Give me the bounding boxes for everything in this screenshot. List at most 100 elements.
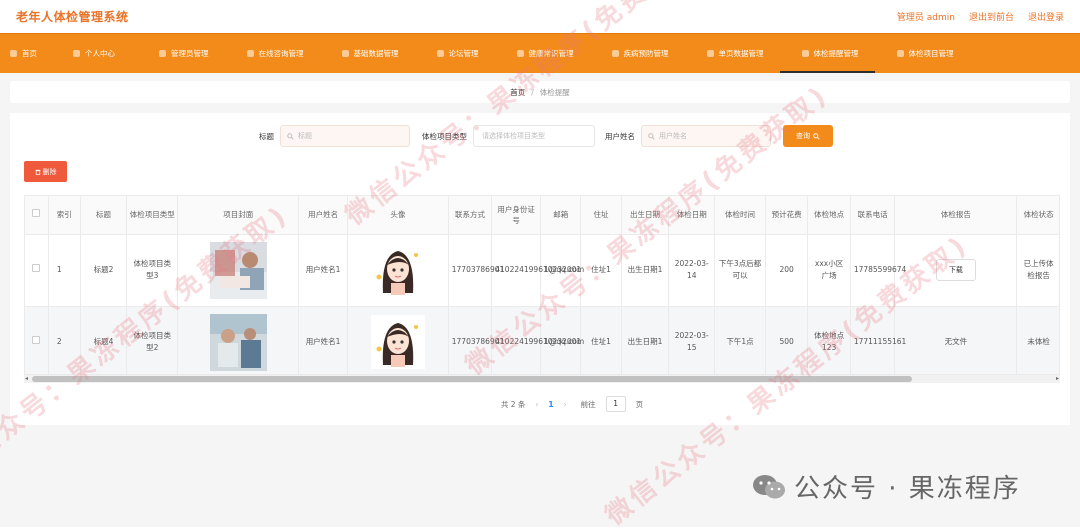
nav-label: 论坛管理 bbox=[448, 49, 479, 58]
nav-label: 体检提醒管理 bbox=[813, 49, 859, 58]
user-icon bbox=[73, 50, 80, 57]
user-avatar-image bbox=[370, 243, 425, 297]
breadcrumb-home[interactable]: 首页 bbox=[510, 87, 525, 98]
cell-tel: 17785599674 bbox=[850, 234, 906, 307]
horizontal-scrollbar[interactable]: ◂ ▸ bbox=[24, 375, 1060, 383]
scroll-right-icon[interactable]: ▸ bbox=[1056, 375, 1059, 383]
nav-item-disease-prevention[interactable]: 疾病预防管理 bbox=[590, 34, 685, 73]
cell-report: 下载 bbox=[894, 234, 1018, 307]
nav-item-home[interactable]: 首页 bbox=[2, 34, 53, 73]
type-select[interactable]: 请选择体检项目类型 bbox=[473, 125, 595, 147]
column-header: 体检报告 bbox=[894, 196, 1018, 235]
prev-page-icon[interactable]: ‹ bbox=[535, 400, 538, 409]
pagination: 共 2 条 ‹ 1 › 前往 1 页 bbox=[74, 396, 1070, 412]
data-table: 索引 标题 体检项目类型 项目封面 用户姓名 头像 联系方式 用户身份证号 邮箱… bbox=[24, 195, 1060, 375]
table-row[interactable]: 2 标题4 体检项目类型2 用户姓名1 17703786901 41022419… bbox=[25, 306, 1059, 374]
column-header: 头像 bbox=[347, 196, 449, 235]
cell-user: 用户姓名1 bbox=[298, 234, 348, 307]
delete-button[interactable]: 删除 bbox=[24, 161, 67, 182]
nav-item-profile[interactable]: 个人中心 bbox=[53, 34, 131, 73]
nav-item-health-tips[interactable]: 健康常识管理 bbox=[495, 34, 590, 73]
type-select-placeholder: 请选择体检项目类型 bbox=[482, 132, 545, 140]
home-icon bbox=[10, 50, 17, 57]
delete-button-label: 删除 bbox=[42, 167, 57, 176]
page-icon bbox=[706, 50, 714, 57]
exit-to-frontend-link[interactable]: 退出到前台 bbox=[969, 10, 1014, 23]
column-header: 用户姓名 bbox=[298, 196, 348, 235]
cell-place: 体检地点123 bbox=[807, 306, 851, 374]
column-header: 体检日期 bbox=[668, 196, 716, 235]
title-input[interactable]: 标题 bbox=[280, 125, 410, 147]
chat-icon bbox=[246, 50, 254, 57]
next-page-icon[interactable]: › bbox=[564, 400, 567, 409]
column-header: 体检状态 bbox=[1016, 196, 1059, 235]
nav-label: 体检项目管理 bbox=[908, 49, 954, 58]
nav-item-basic-data[interactable]: 基础数据管理 bbox=[320, 34, 415, 73]
cell-avatar bbox=[347, 306, 449, 374]
cell-date: 2022-03-15 bbox=[668, 306, 716, 374]
column-header: 项目封面 bbox=[177, 196, 300, 235]
column-header: 联系电话 bbox=[850, 196, 896, 235]
search-icon bbox=[648, 132, 655, 140]
wechat-icon bbox=[753, 474, 785, 498]
nav-item-forum[interactable]: 论坛管理 bbox=[415, 34, 495, 73]
main-nav: 首页 个人中心 管理员管理 在线咨询管理 基础数据管理 论坛管理 健康常识管理 … bbox=[0, 33, 1080, 73]
select-all-cell[interactable] bbox=[25, 196, 49, 235]
cell-birth: 出生日期1 bbox=[621, 306, 670, 374]
cell-time: 下午1点 bbox=[714, 306, 766, 374]
cell-place: xxx小区广场 bbox=[807, 234, 851, 307]
app-title: 老年人体检管理系统 bbox=[16, 10, 129, 24]
logout-link[interactable]: 退出登录 bbox=[1028, 10, 1064, 23]
cell-birth: 出生日期1 bbox=[621, 234, 670, 307]
column-header: 出生日期 bbox=[621, 196, 670, 235]
cell-report: 无文件 bbox=[894, 306, 1018, 374]
cell-index: 1 bbox=[48, 234, 81, 307]
cell-title: 标题4 bbox=[80, 306, 128, 374]
scroll-left-icon[interactable]: ◂ bbox=[25, 375, 28, 383]
wechat-brand-watermark: 公众号 · 果冻程序 bbox=[752, 468, 1021, 505]
pager-page-number[interactable]: 1 bbox=[548, 400, 553, 409]
breadcrumb: 首页 / 体检提醒 bbox=[10, 81, 1070, 103]
row-select-cell[interactable] bbox=[25, 306, 49, 374]
title-label: 标题 bbox=[259, 131, 274, 141]
nav-item-admin[interactable]: 管理员管理 bbox=[131, 34, 225, 73]
user-label: 用户姓名 bbox=[605, 131, 635, 141]
top-links: 管理员 admin 退出到前台 退出登录 bbox=[897, 10, 1064, 23]
nav-item-checkup-items[interactable]: 体检项目管理 bbox=[875, 34, 970, 73]
pager-goto-input[interactable]: 1 bbox=[605, 396, 626, 412]
row-checkbox[interactable] bbox=[32, 336, 41, 344]
type-label: 体检项目类型 bbox=[422, 131, 467, 141]
download-report-button[interactable]: 下载 bbox=[935, 259, 976, 281]
cell-user: 用户姓名1 bbox=[298, 306, 348, 374]
cell-avatar bbox=[347, 234, 449, 307]
nav-item-consult[interactable]: 在线咨询管理 bbox=[225, 34, 320, 73]
column-header: 联系方式 bbox=[448, 196, 493, 235]
column-header: 索引 bbox=[48, 196, 81, 235]
search-button[interactable]: 查询 bbox=[783, 125, 833, 147]
current-admin-link[interactable]: 管理员 admin bbox=[897, 10, 955, 23]
top-bar: 老年人体检管理系统 管理员 admin 退出到前台 退出登录 bbox=[0, 0, 1080, 33]
user-input[interactable]: 用户姓名 bbox=[641, 125, 771, 147]
cell-idcard: 410224199610232001 bbox=[491, 234, 581, 307]
project-cover-image bbox=[209, 313, 267, 371]
database-icon bbox=[341, 50, 349, 57]
nav-item-checkup-reminder[interactable]: 体检提醒管理 bbox=[779, 34, 875, 73]
nav-label: 在线咨询管理 bbox=[258, 49, 304, 58]
table-row[interactable]: 1 标题2 体检项目类型3 用户姓名1 17703786901 41022419… bbox=[25, 234, 1059, 307]
bell-icon bbox=[801, 50, 809, 57]
column-header: 邮箱 bbox=[540, 196, 582, 235]
cell-date: 2022-03-14 bbox=[668, 234, 716, 307]
column-header: 体检地点 bbox=[807, 196, 851, 235]
search-form: 标题 标题 体检项目类型 请选择体检项目类型 用户姓名 用户姓名 查询 bbox=[32, 125, 1060, 147]
cell-cover bbox=[177, 306, 300, 374]
row-checkbox[interactable] bbox=[32, 264, 41, 272]
search-icon bbox=[287, 132, 294, 140]
row-select-cell[interactable] bbox=[25, 234, 49, 307]
nav-item-single-page[interactable]: 单页数据管理 bbox=[685, 34, 780, 73]
cell-address: 住址1 bbox=[580, 306, 622, 374]
scrollbar-thumb[interactable] bbox=[32, 376, 912, 382]
title-input-placeholder: 标题 bbox=[298, 132, 312, 140]
column-header: 体检项目类型 bbox=[126, 196, 179, 235]
select-all-checkbox[interactable] bbox=[32, 209, 41, 218]
pager-total: 共 2 条 bbox=[500, 399, 526, 409]
